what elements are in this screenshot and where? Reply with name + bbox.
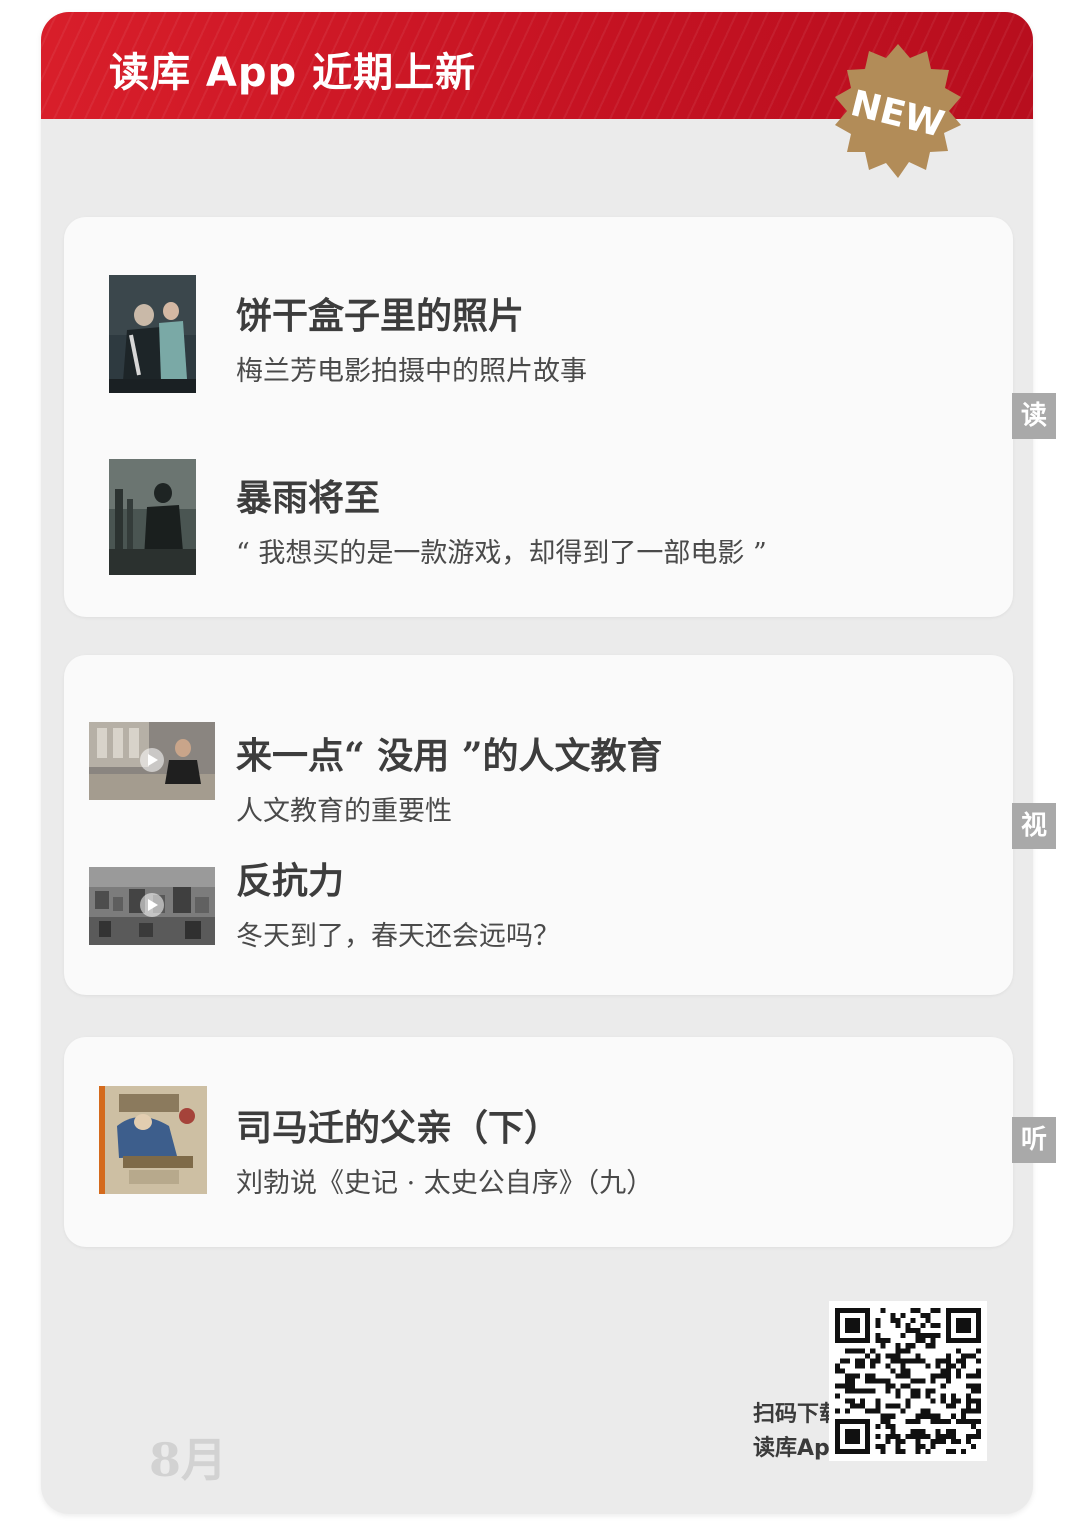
item-subtitle: 梅兰芳电影拍摄中的照片故事 [236,356,587,387]
list-item[interactable]: 司马迁的父亲（下） 刘勃说《史记 · 太史公自序》（九） [64,1057,1013,1227]
list-item[interactable]: 来一点“ 没用 ”的人文教育 人文教育的重要性 [64,675,1013,827]
list-item[interactable]: 反抗力 冬天到了，春天还会远吗？ [64,835,1013,975]
month-label: 8月 [149,1433,228,1487]
list-item[interactable]: 饼干盒子里的照片 梅兰芳电影拍摄中的照片故事 [64,217,1013,397]
item-subtitle: 冬天到了，春天还会远吗？ [236,921,560,952]
item-title: 来一点“ 没用 ”的人文教育 [236,735,663,777]
section-card-audio: 司马迁的父亲（下） 刘勃说《史记 · 太史公自序》（九） [64,1037,1013,1247]
tab-read[interactable]: 读 [1012,393,1056,439]
page-frame: 读库 App 近期上新 NEW 饼干盒子里的照片 梅兰芳电影拍摄中的照片故事 暴… [41,12,1033,1514]
tab-video[interactable]: 视 [1012,803,1056,849]
city-aerial-video-thumbnail [89,867,215,945]
list-item[interactable]: 暴雨将至 “ 我想买的是一款游戏，却得到了一部电影 ” [64,437,1013,597]
item-title: 饼干盒子里的照片 [236,295,525,337]
painting-book-cover [99,1086,207,1194]
section-card-read: 饼干盒子里的照片 梅兰芳电影拍摄中的照片故事 暴雨将至 “ 我想买的是一款游戏，… [64,217,1013,617]
item-subtitle: “ 我想买的是一款游戏，却得到了一部电影 ” [236,538,767,569]
item-subtitle: 刘勃说《史记 · 太史公自序》（九） [236,1168,654,1199]
new-badge: NEW [828,42,968,182]
game-scene-thumbnail [109,459,196,575]
item-title: 司马迁的父亲（下） [236,1107,561,1149]
header-title: 读库 App 近期上新 [109,50,477,96]
opera-photo-thumbnail [109,275,196,393]
tab-audio[interactable]: 听 [1012,1117,1056,1163]
video-lecture-thumbnail [89,722,215,800]
new-badge-seal-icon: NEW [835,44,961,178]
item-title: 反抗力 [236,860,345,902]
section-card-video: 来一点“ 没用 ”的人文教育 人文教育的重要性 反抗力 冬天到了，春天还会远吗？ [64,655,1013,995]
qr-code-icon[interactable] [829,1301,987,1461]
item-subtitle: 人文教育的重要性 [236,796,452,827]
item-title: 暴雨将至 [236,477,381,519]
